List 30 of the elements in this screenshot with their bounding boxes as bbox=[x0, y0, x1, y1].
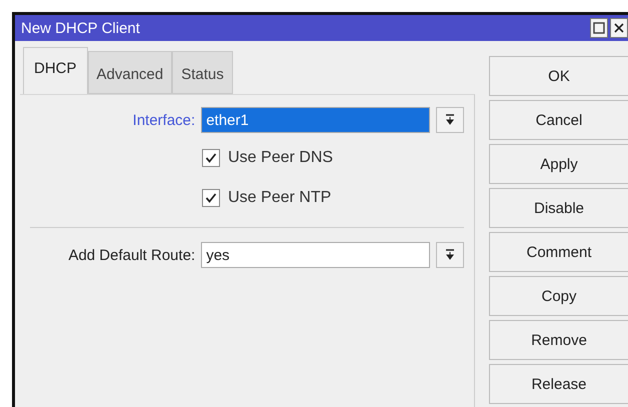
dialog-button[interactable]: Disable bbox=[489, 188, 628, 228]
field-label: Interface: bbox=[132, 112, 196, 128]
tab[interactable]: Advanced bbox=[88, 51, 172, 94]
close-button[interactable] bbox=[610, 18, 628, 38]
dialog-button[interactable]: Release bbox=[489, 364, 628, 404]
field-label: Add Default Route: bbox=[67, 246, 196, 264]
dialog-button[interactable]: Comment bbox=[489, 232, 628, 272]
dropdown-arrow-icon bbox=[445, 114, 456, 126]
maximize-button[interactable] bbox=[590, 18, 608, 38]
checkbox[interactable] bbox=[202, 149, 220, 167]
dialog-button[interactable]: Cancel bbox=[489, 100, 628, 140]
dialog-button[interactable]: OK bbox=[489, 56, 628, 96]
select-field[interactable]: ether1 bbox=[201, 107, 430, 133]
dropdown-arrow-icon bbox=[445, 249, 456, 261]
checkmark-icon bbox=[205, 152, 217, 164]
tab[interactable]: DHCP bbox=[23, 47, 88, 94]
checkbox-label: Use Peer DNS bbox=[228, 149, 333, 167]
dialog-button[interactable]: Copy bbox=[489, 276, 628, 316]
checkbox[interactable] bbox=[202, 189, 220, 207]
checkbox-label: Use Peer NTP bbox=[228, 189, 332, 207]
dropdown-button[interactable] bbox=[436, 107, 464, 133]
dialog-button[interactable]: Remove bbox=[489, 320, 628, 360]
window-title: New DHCP Client bbox=[21, 20, 140, 36]
maximize-icon bbox=[593, 22, 605, 34]
dialog-button[interactable]: Apply bbox=[489, 144, 628, 184]
dropdown-button[interactable] bbox=[436, 242, 464, 268]
close-icon bbox=[614, 23, 624, 33]
checkmark-icon bbox=[205, 192, 217, 204]
tab[interactable]: Status bbox=[172, 51, 233, 94]
select-field[interactable]: yes bbox=[201, 242, 430, 268]
